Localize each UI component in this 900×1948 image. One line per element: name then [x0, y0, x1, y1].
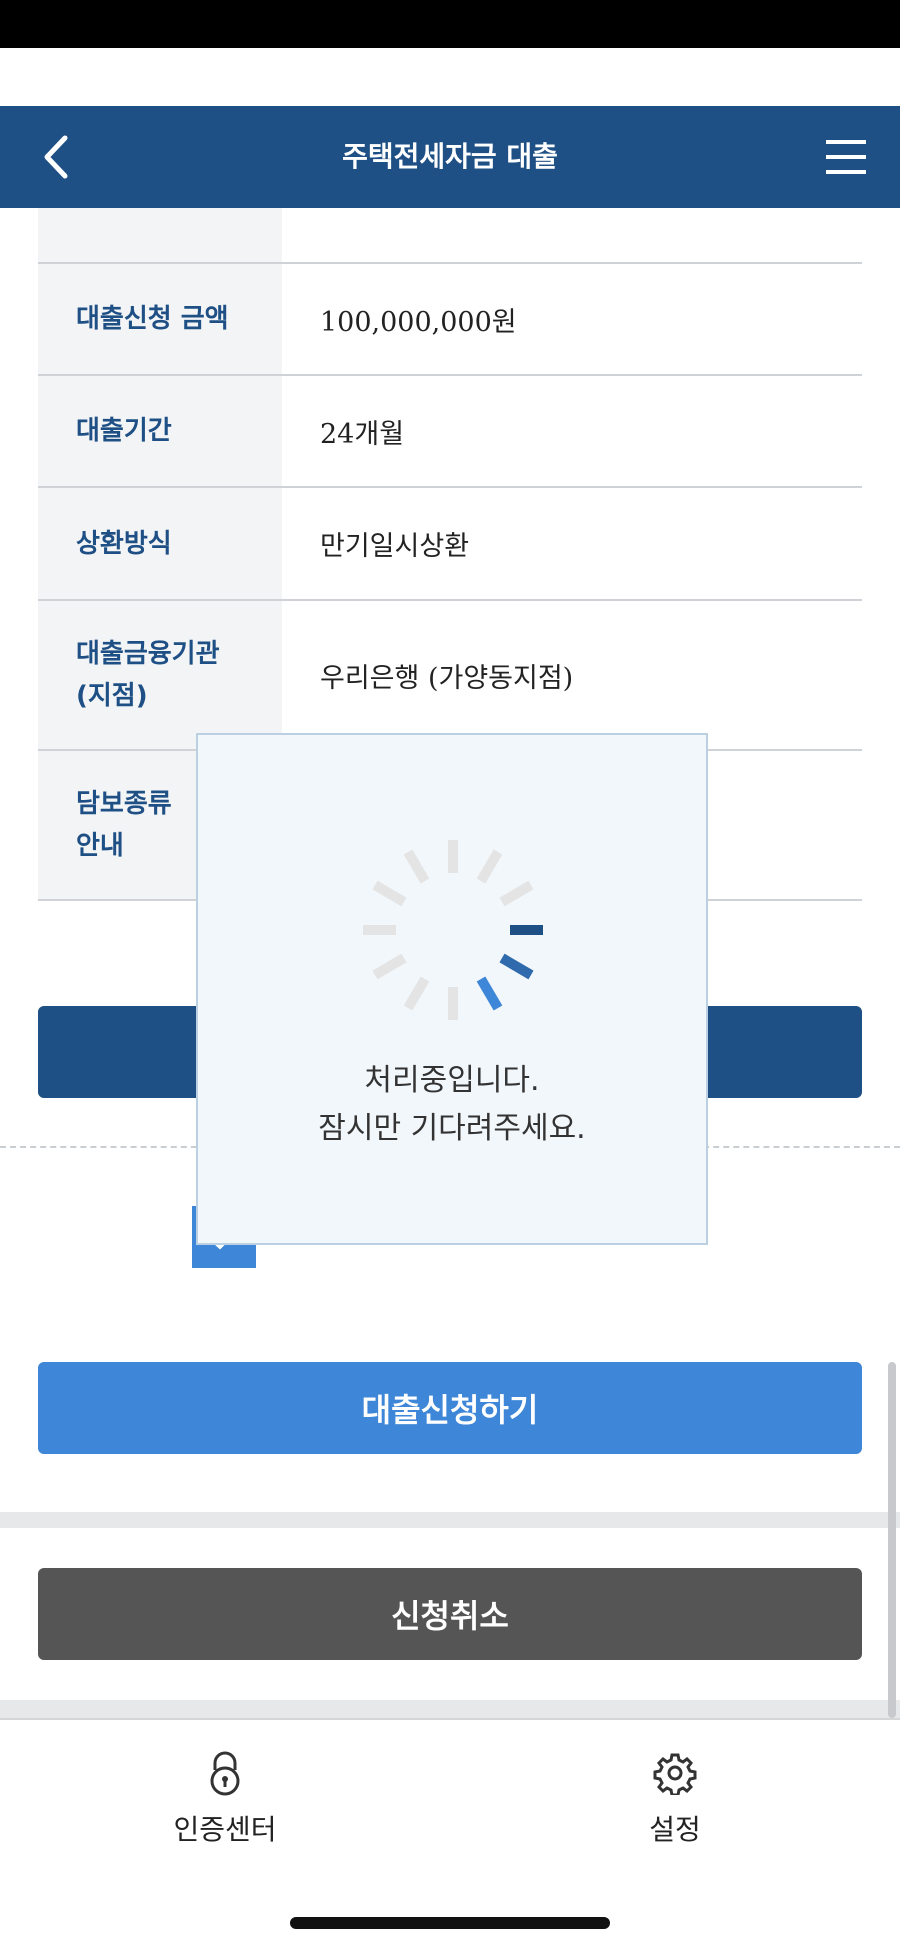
row-label: 대출기간: [38, 376, 282, 486]
loading-line-2: 잠시만 기다려주세요.: [318, 1111, 586, 1146]
table-row: 대출금융기관 (지점) 우리은행 (가양동지점): [38, 601, 862, 751]
home-indicator: [290, 1917, 610, 1929]
apply-loan-button[interactable]: 대출신청하기: [38, 1362, 862, 1454]
row-label: 대출신청 금액: [38, 264, 282, 374]
menu-button[interactable]: [818, 132, 874, 182]
tab-auth-center[interactable]: 인증센터: [105, 1748, 345, 1848]
loading-modal: 처리중입니다. 잠시만 기다려주세요.: [196, 733, 708, 1245]
table-row: 상환방식 만기일시상환: [38, 488, 862, 601]
page-title: 주택전세자금 대출: [342, 140, 558, 173]
status-gap: [0, 48, 900, 106]
app-header: 주택전세자금 대출: [0, 106, 900, 208]
table-row: 대출신청 금액 100,000,000원: [38, 264, 862, 376]
row-label: 상환방식: [38, 488, 282, 599]
section-separator: [0, 1700, 900, 1718]
chevron-left-icon: [44, 135, 68, 179]
row-value: 100,000,000원: [320, 306, 517, 338]
gear-icon: [653, 1753, 697, 1795]
status-bar: [0, 0, 900, 48]
section-separator: [0, 1512, 900, 1528]
row-value: 우리은행 (가양동지점): [320, 662, 574, 694]
table-row: [38, 208, 862, 264]
row-value: 24개월: [320, 418, 405, 450]
bottom-tab-bar: 인증센터 설정: [0, 1718, 900, 1948]
back-button[interactable]: [28, 128, 84, 186]
loading-line-1: 처리중입니다.: [364, 1063, 540, 1098]
loading-spinner-icon: [363, 840, 543, 1020]
tab-settings[interactable]: 설정: [555, 1748, 795, 1848]
tab-label: 인증센터: [173, 1813, 277, 1846]
lock-icon: [210, 1751, 240, 1796]
row-label: [38, 208, 282, 262]
tab-label: 설정: [649, 1813, 701, 1846]
row-value: 만기일시상환: [320, 531, 470, 562]
row-value: [282, 208, 862, 262]
table-row: 대출기간 24개월: [38, 376, 862, 488]
loading-message: 처리중입니다. 잠시만 기다려주세요.: [198, 1057, 706, 1153]
cancel-application-button[interactable]: 신청취소: [38, 1568, 862, 1660]
hamburger-menu-icon: [826, 140, 866, 174]
row-label: 대출금융기관 (지점): [38, 601, 282, 749]
scrollbar[interactable]: [888, 1362, 896, 1718]
